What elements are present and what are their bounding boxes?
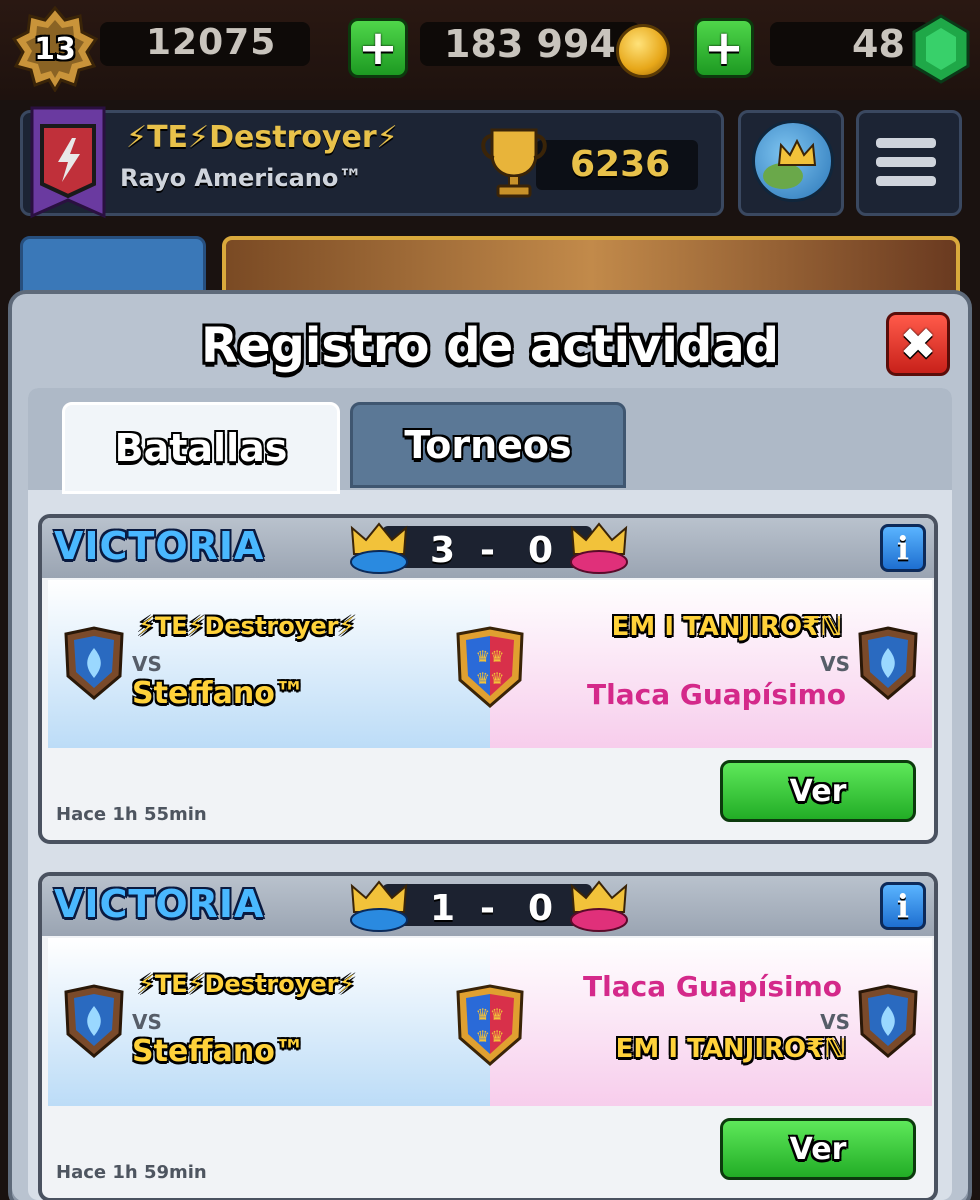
clan-name: Rayo Americano™ [120, 164, 363, 192]
score-right: 0 [528, 888, 554, 929]
red-player-1[interactable]: Tlaca Guapísimo [583, 970, 842, 1003]
2v2-mode-icon: ♛♛ ♛♛ [456, 626, 524, 708]
vs-label: VS [820, 1010, 850, 1034]
level-badge[interactable]: 13 [12, 6, 98, 92]
add-gold-button[interactable]: + [348, 18, 408, 78]
gem-value: 48 [852, 22, 905, 66]
svg-text:♛♛: ♛♛ [476, 647, 505, 666]
info-button[interactable]: i [880, 524, 926, 572]
score-separator: - [480, 530, 495, 571]
blue-player-2[interactable]: Steffano™ [132, 676, 305, 711]
red-player-1[interactable]: EM I TANJIRO₹ℕ [612, 612, 842, 642]
score-left: 1 [430, 888, 456, 929]
battle-result: VICTORIA [54, 882, 265, 926]
score-bar: 3 - 0 [382, 526, 592, 571]
view-replay-button[interactable]: Ver [720, 1118, 916, 1180]
svg-text:♛♛: ♛♛ [476, 1027, 505, 1046]
xp-value: 12075 [146, 22, 277, 63]
hamburger-icon [876, 138, 936, 195]
blue-player-1[interactable]: ⚡TE⚡Destroyer⚡ [138, 612, 355, 640]
add-gems-button[interactable]: + [694, 18, 754, 78]
red-player-2[interactable]: EM I TANJIRO₹ℕ [616, 1034, 846, 1064]
clan-shield-icon [64, 984, 124, 1058]
svg-text:♛♛: ♛♛ [476, 669, 505, 688]
view-replay-button[interactable]: Ver [720, 760, 916, 822]
clan-shield-icon [858, 626, 918, 700]
battle-card: VICTORIA 1 - 0 i ⚡TE⚡Destroyer⚡ VS Steff… [38, 872, 938, 1200]
blue-crown-icon [350, 522, 408, 574]
score-bar: 1 - 0 [382, 884, 592, 929]
red-crown-icon [570, 522, 628, 574]
gem-bar [770, 22, 930, 66]
score-left: 3 [430, 530, 456, 571]
clan-banner-icon [30, 106, 106, 219]
blue-player-2[interactable]: Steffano™ [132, 1034, 305, 1069]
tab-batallas[interactable]: Batallas [62, 402, 340, 494]
gold-value: 183 994 [444, 22, 616, 66]
trophy-count: 6236 [570, 144, 671, 185]
level-value: 13 [34, 31, 76, 67]
trophy-icon [481, 128, 547, 198]
vs-label: VS [132, 1010, 162, 1034]
score-right: 0 [528, 530, 554, 571]
2v2-mode-icon: ♛♛ ♛♛ [456, 984, 524, 1066]
blue-crown-icon [350, 880, 408, 932]
gold-coin-icon [616, 24, 670, 78]
modal-title: Registro de actividad [201, 318, 779, 374]
tab-torneos[interactable]: Torneos [350, 402, 626, 488]
battle-time: Hace 1h 55min [56, 804, 207, 825]
clan-shield-icon [858, 984, 918, 1058]
blue-player-1[interactable]: ⚡TE⚡Destroyer⚡ [138, 970, 355, 998]
info-button[interactable]: i [880, 882, 926, 930]
svg-text:♛♛: ♛♛ [476, 1005, 505, 1024]
gem-icon [912, 14, 970, 84]
close-button[interactable]: ✖ [886, 312, 950, 376]
globe-icon [752, 120, 834, 202]
vs-label: VS [820, 652, 850, 676]
red-crown-icon [570, 880, 628, 932]
score-separator: - [480, 888, 495, 929]
battle-result: VICTORIA [54, 524, 265, 568]
clan-shield-icon [64, 626, 124, 700]
battle-time: Hace 1h 59min [56, 1162, 207, 1183]
vs-label: VS [132, 652, 162, 676]
player-name: ⚡TE⚡Destroyer⚡ [126, 120, 398, 155]
red-player-2[interactable]: Tlaca Guapísimo [587, 678, 846, 711]
battle-card: VICTORIA 3 - 0 i ⚡TE⚡Destroyer⚡ VS Steff… [38, 514, 938, 844]
